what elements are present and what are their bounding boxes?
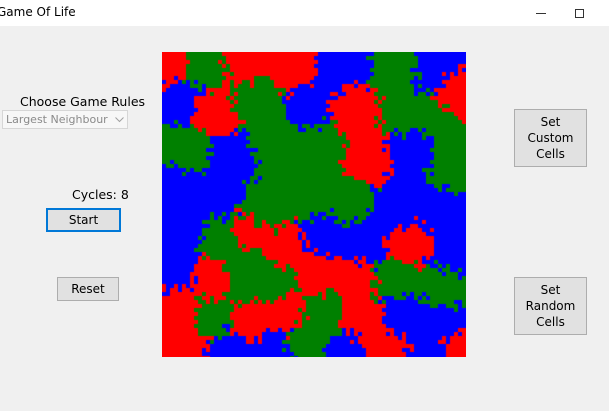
title-bar: Game Of Life [0, 0, 609, 26]
set-custom-cells-label: Set Custom Cells [527, 115, 574, 161]
window-title: Game Of Life [0, 5, 76, 19]
game-rules-label: Choose Game Rules [20, 94, 146, 109]
minimize-icon [536, 12, 546, 14]
set-custom-cells-button[interactable]: Set Custom Cells [514, 109, 587, 167]
set-random-cells-label: Set Random Cells [525, 283, 576, 329]
game-board[interactable] [162, 52, 466, 357]
game-rules-dropdown[interactable]: Largest Neighbour [2, 110, 128, 129]
chevron-down-icon[interactable] [111, 111, 127, 128]
cycles-counter: Cycles: 8 [72, 187, 129, 202]
start-button[interactable]: Start [46, 208, 121, 232]
maximize-icon [574, 8, 584, 18]
maximize-button[interactable] [556, 0, 602, 26]
set-random-cells-button[interactable]: Set Random Cells [514, 277, 587, 335]
game-rules-selected-value: Largest Neighbour [6, 113, 108, 126]
reset-button[interactable]: Reset [57, 277, 119, 301]
